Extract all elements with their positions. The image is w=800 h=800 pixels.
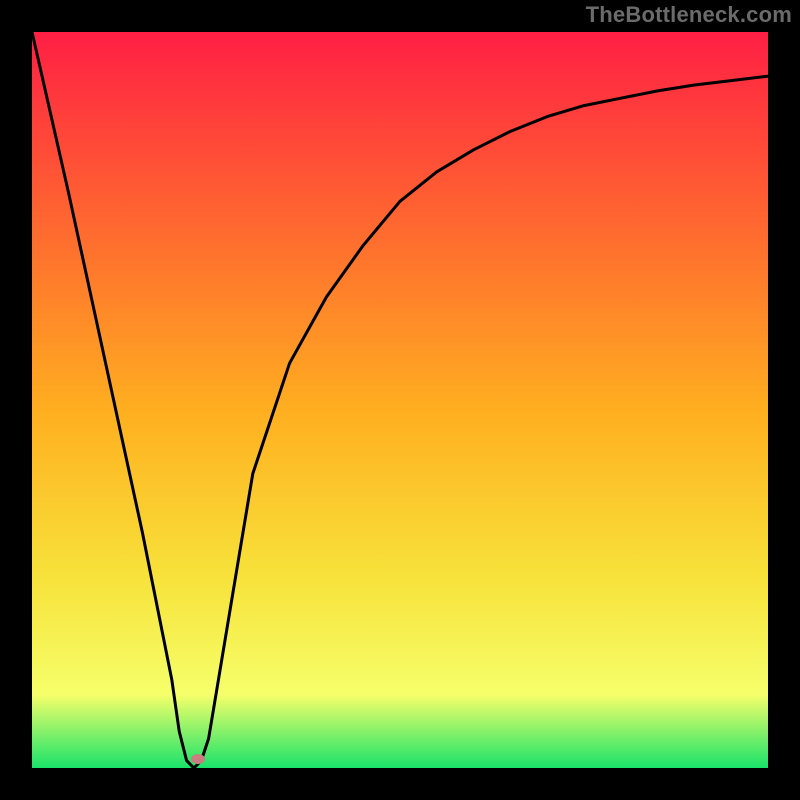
- target-marker: [191, 754, 205, 764]
- gradient-background: [32, 32, 768, 768]
- chart-frame: TheBottleneck.com: [0, 0, 800, 800]
- watermark-text: TheBottleneck.com: [586, 2, 792, 28]
- plot-svg: [32, 32, 768, 768]
- plot-area: [32, 32, 768, 768]
